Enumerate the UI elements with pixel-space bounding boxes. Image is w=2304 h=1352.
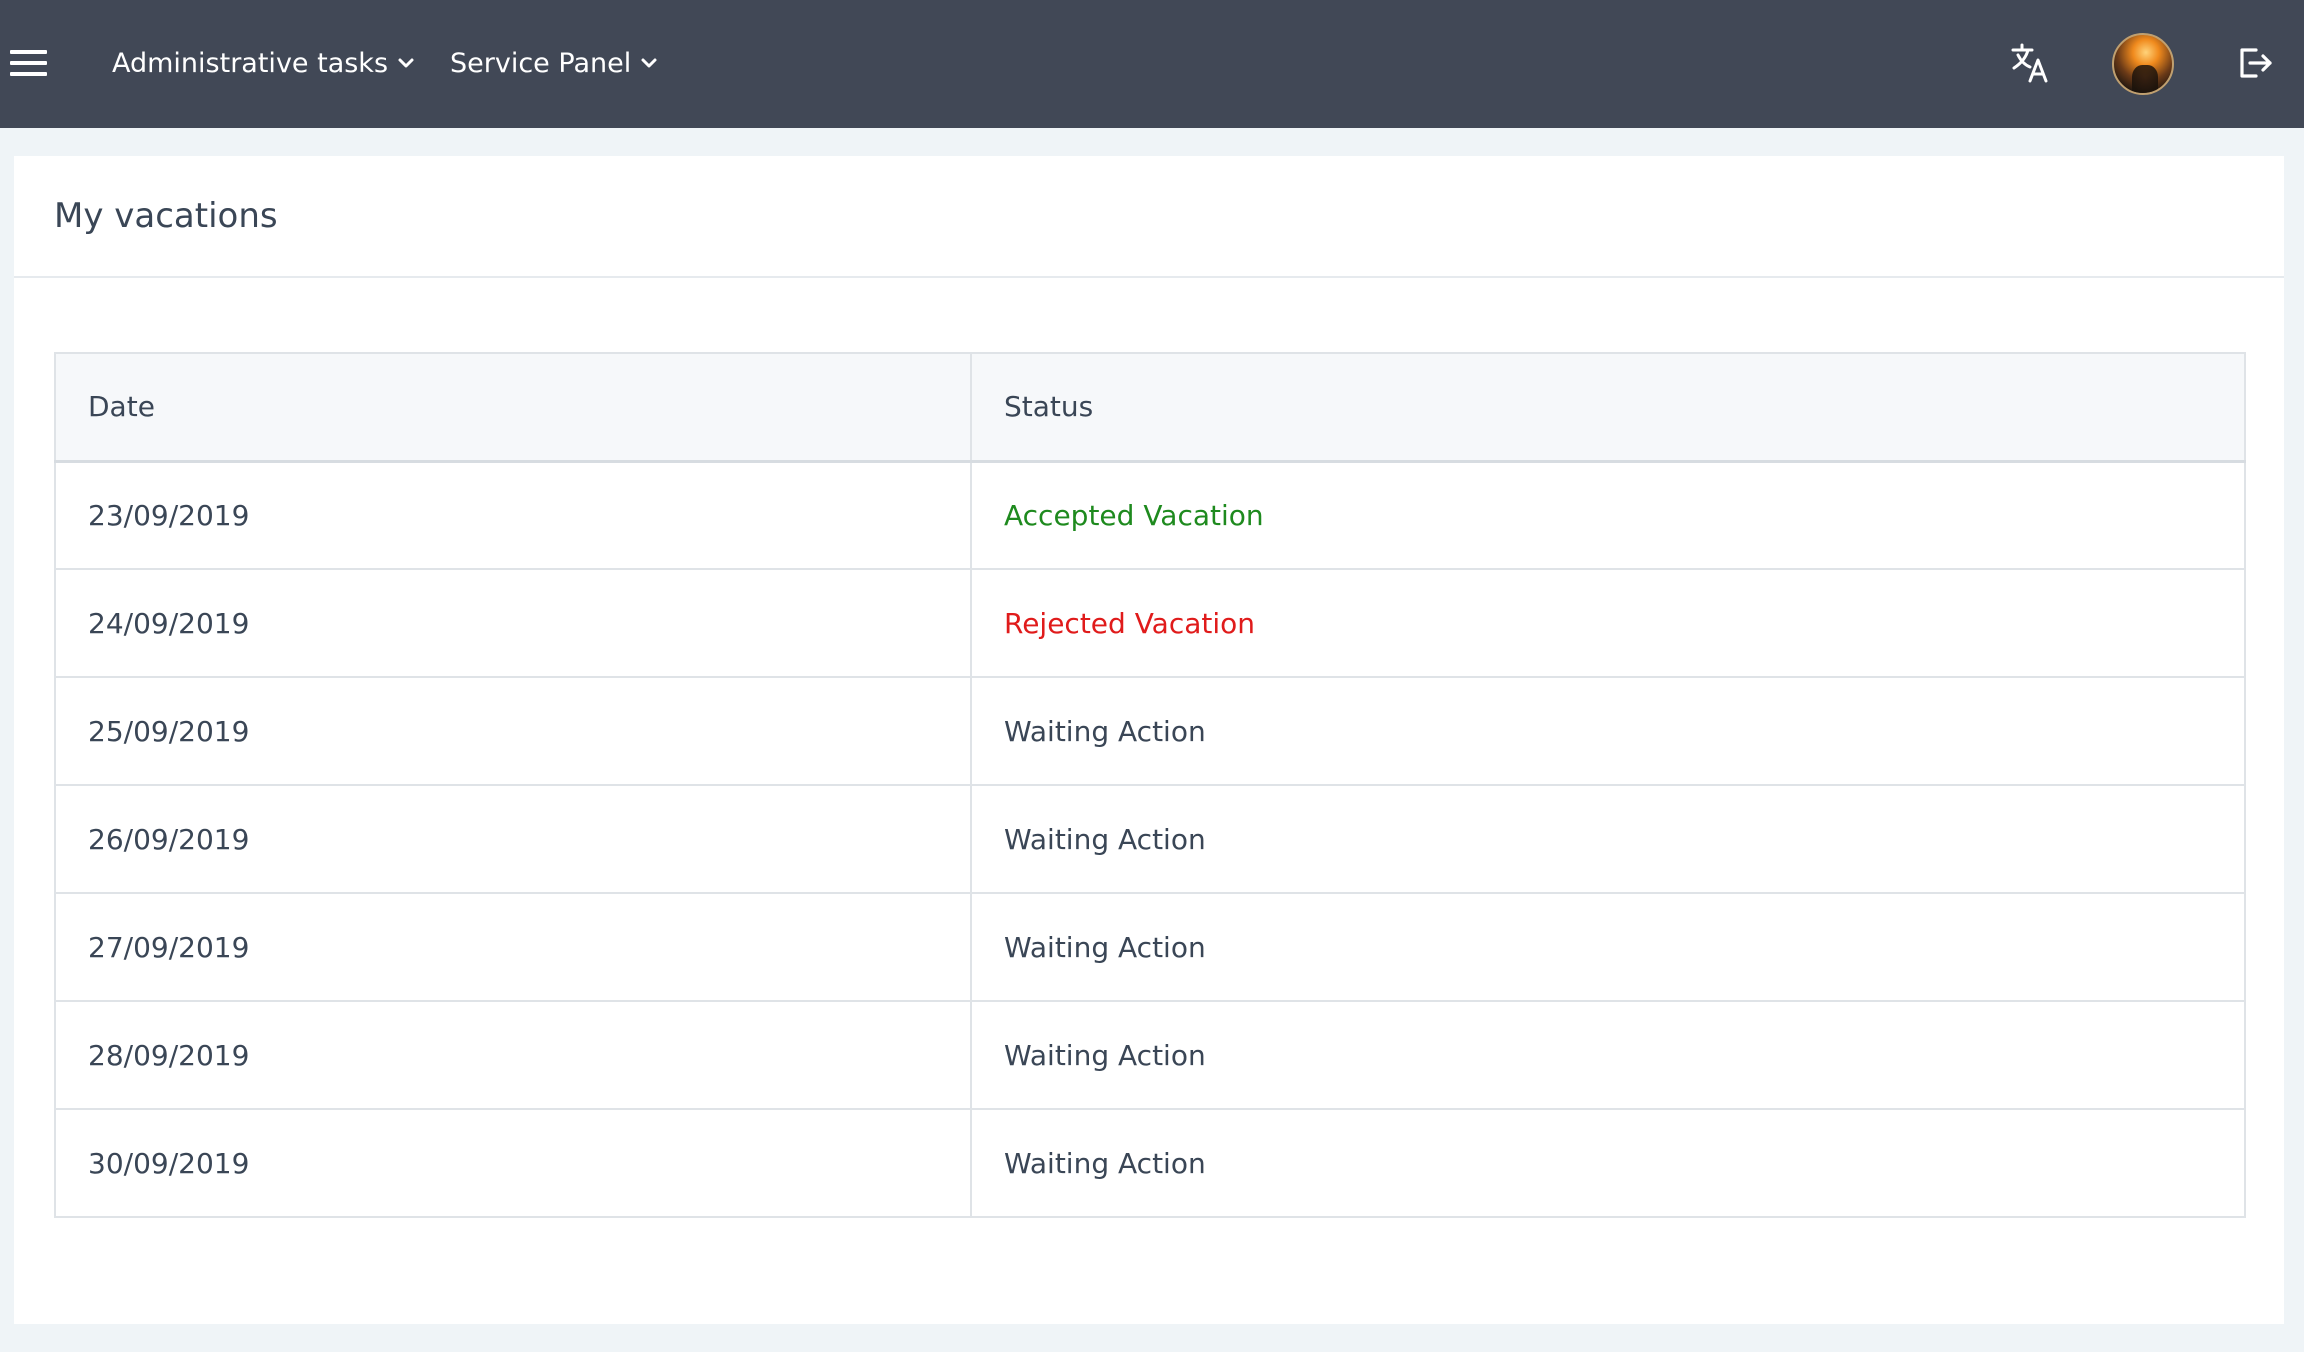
date-cell: 25/09/2019 bbox=[54, 676, 972, 786]
column-header-date: Date bbox=[54, 352, 972, 463]
table-row: 28/09/2019 Waiting Action bbox=[54, 1000, 2246, 1110]
page-title: My vacations bbox=[54, 196, 278, 236]
table-row: 27/09/2019 Waiting Action bbox=[54, 892, 2246, 1002]
date-cell: 23/09/2019 bbox=[54, 460, 972, 570]
chevron-down-icon bbox=[641, 58, 657, 68]
status-cell: Waiting Action bbox=[970, 676, 2246, 786]
top-navbar: Administrative tasks Service Panel bbox=[0, 0, 2304, 128]
status-cell: Rejected Vacation bbox=[970, 568, 2246, 678]
nav-administrative-tasks[interactable]: Administrative tasks bbox=[112, 42, 416, 84]
status-cell: Waiting Action bbox=[970, 784, 2246, 894]
date-cell: 26/09/2019 bbox=[54, 784, 972, 894]
date-cell: 30/09/2019 bbox=[54, 1108, 972, 1218]
nav-administrative-tasks-label: Administrative tasks bbox=[112, 47, 389, 79]
table-body: 23/09/2019 Accepted Vacation 24/09/2019 … bbox=[54, 460, 2246, 1218]
column-header-status: Status bbox=[970, 352, 2246, 463]
status-cell: Waiting Action bbox=[970, 892, 2246, 1002]
user-avatar[interactable] bbox=[2112, 33, 2174, 95]
logout-icon[interactable] bbox=[2236, 44, 2274, 82]
date-cell: 24/09/2019 bbox=[54, 568, 972, 678]
vacations-card: My vacations Date Status 23/09/2019 Acce… bbox=[14, 156, 2284, 1324]
status-cell: Waiting Action bbox=[970, 1000, 2246, 1110]
date-cell: 27/09/2019 bbox=[54, 892, 972, 1002]
status-cell: Accepted Vacation bbox=[970, 460, 2246, 570]
vacations-table: Date Status 23/09/2019 Accepted Vacation… bbox=[54, 352, 2246, 1218]
translate-icon[interactable] bbox=[2010, 42, 2052, 84]
card-header: My vacations bbox=[14, 156, 2284, 278]
table-row: 26/09/2019 Waiting Action bbox=[54, 784, 2246, 894]
table-row: 24/09/2019 Rejected Vacation bbox=[54, 568, 2246, 678]
nav-service-panel-label: Service Panel bbox=[450, 47, 632, 79]
table-row: 25/09/2019 Waiting Action bbox=[54, 676, 2246, 786]
vacations-table-wrapper: Date Status 23/09/2019 Accepted Vacation… bbox=[54, 352, 2246, 1218]
table-row: 23/09/2019 Accepted Vacation bbox=[54, 460, 2246, 570]
hamburger-icon[interactable] bbox=[10, 50, 47, 77]
table-header-row: Date Status bbox=[54, 352, 2246, 463]
date-cell: 28/09/2019 bbox=[54, 1000, 972, 1110]
chevron-down-icon bbox=[398, 58, 414, 68]
status-cell: Waiting Action bbox=[970, 1108, 2246, 1218]
nav-service-panel[interactable]: Service Panel bbox=[450, 42, 659, 84]
table-row: 30/09/2019 Waiting Action bbox=[54, 1108, 2246, 1218]
